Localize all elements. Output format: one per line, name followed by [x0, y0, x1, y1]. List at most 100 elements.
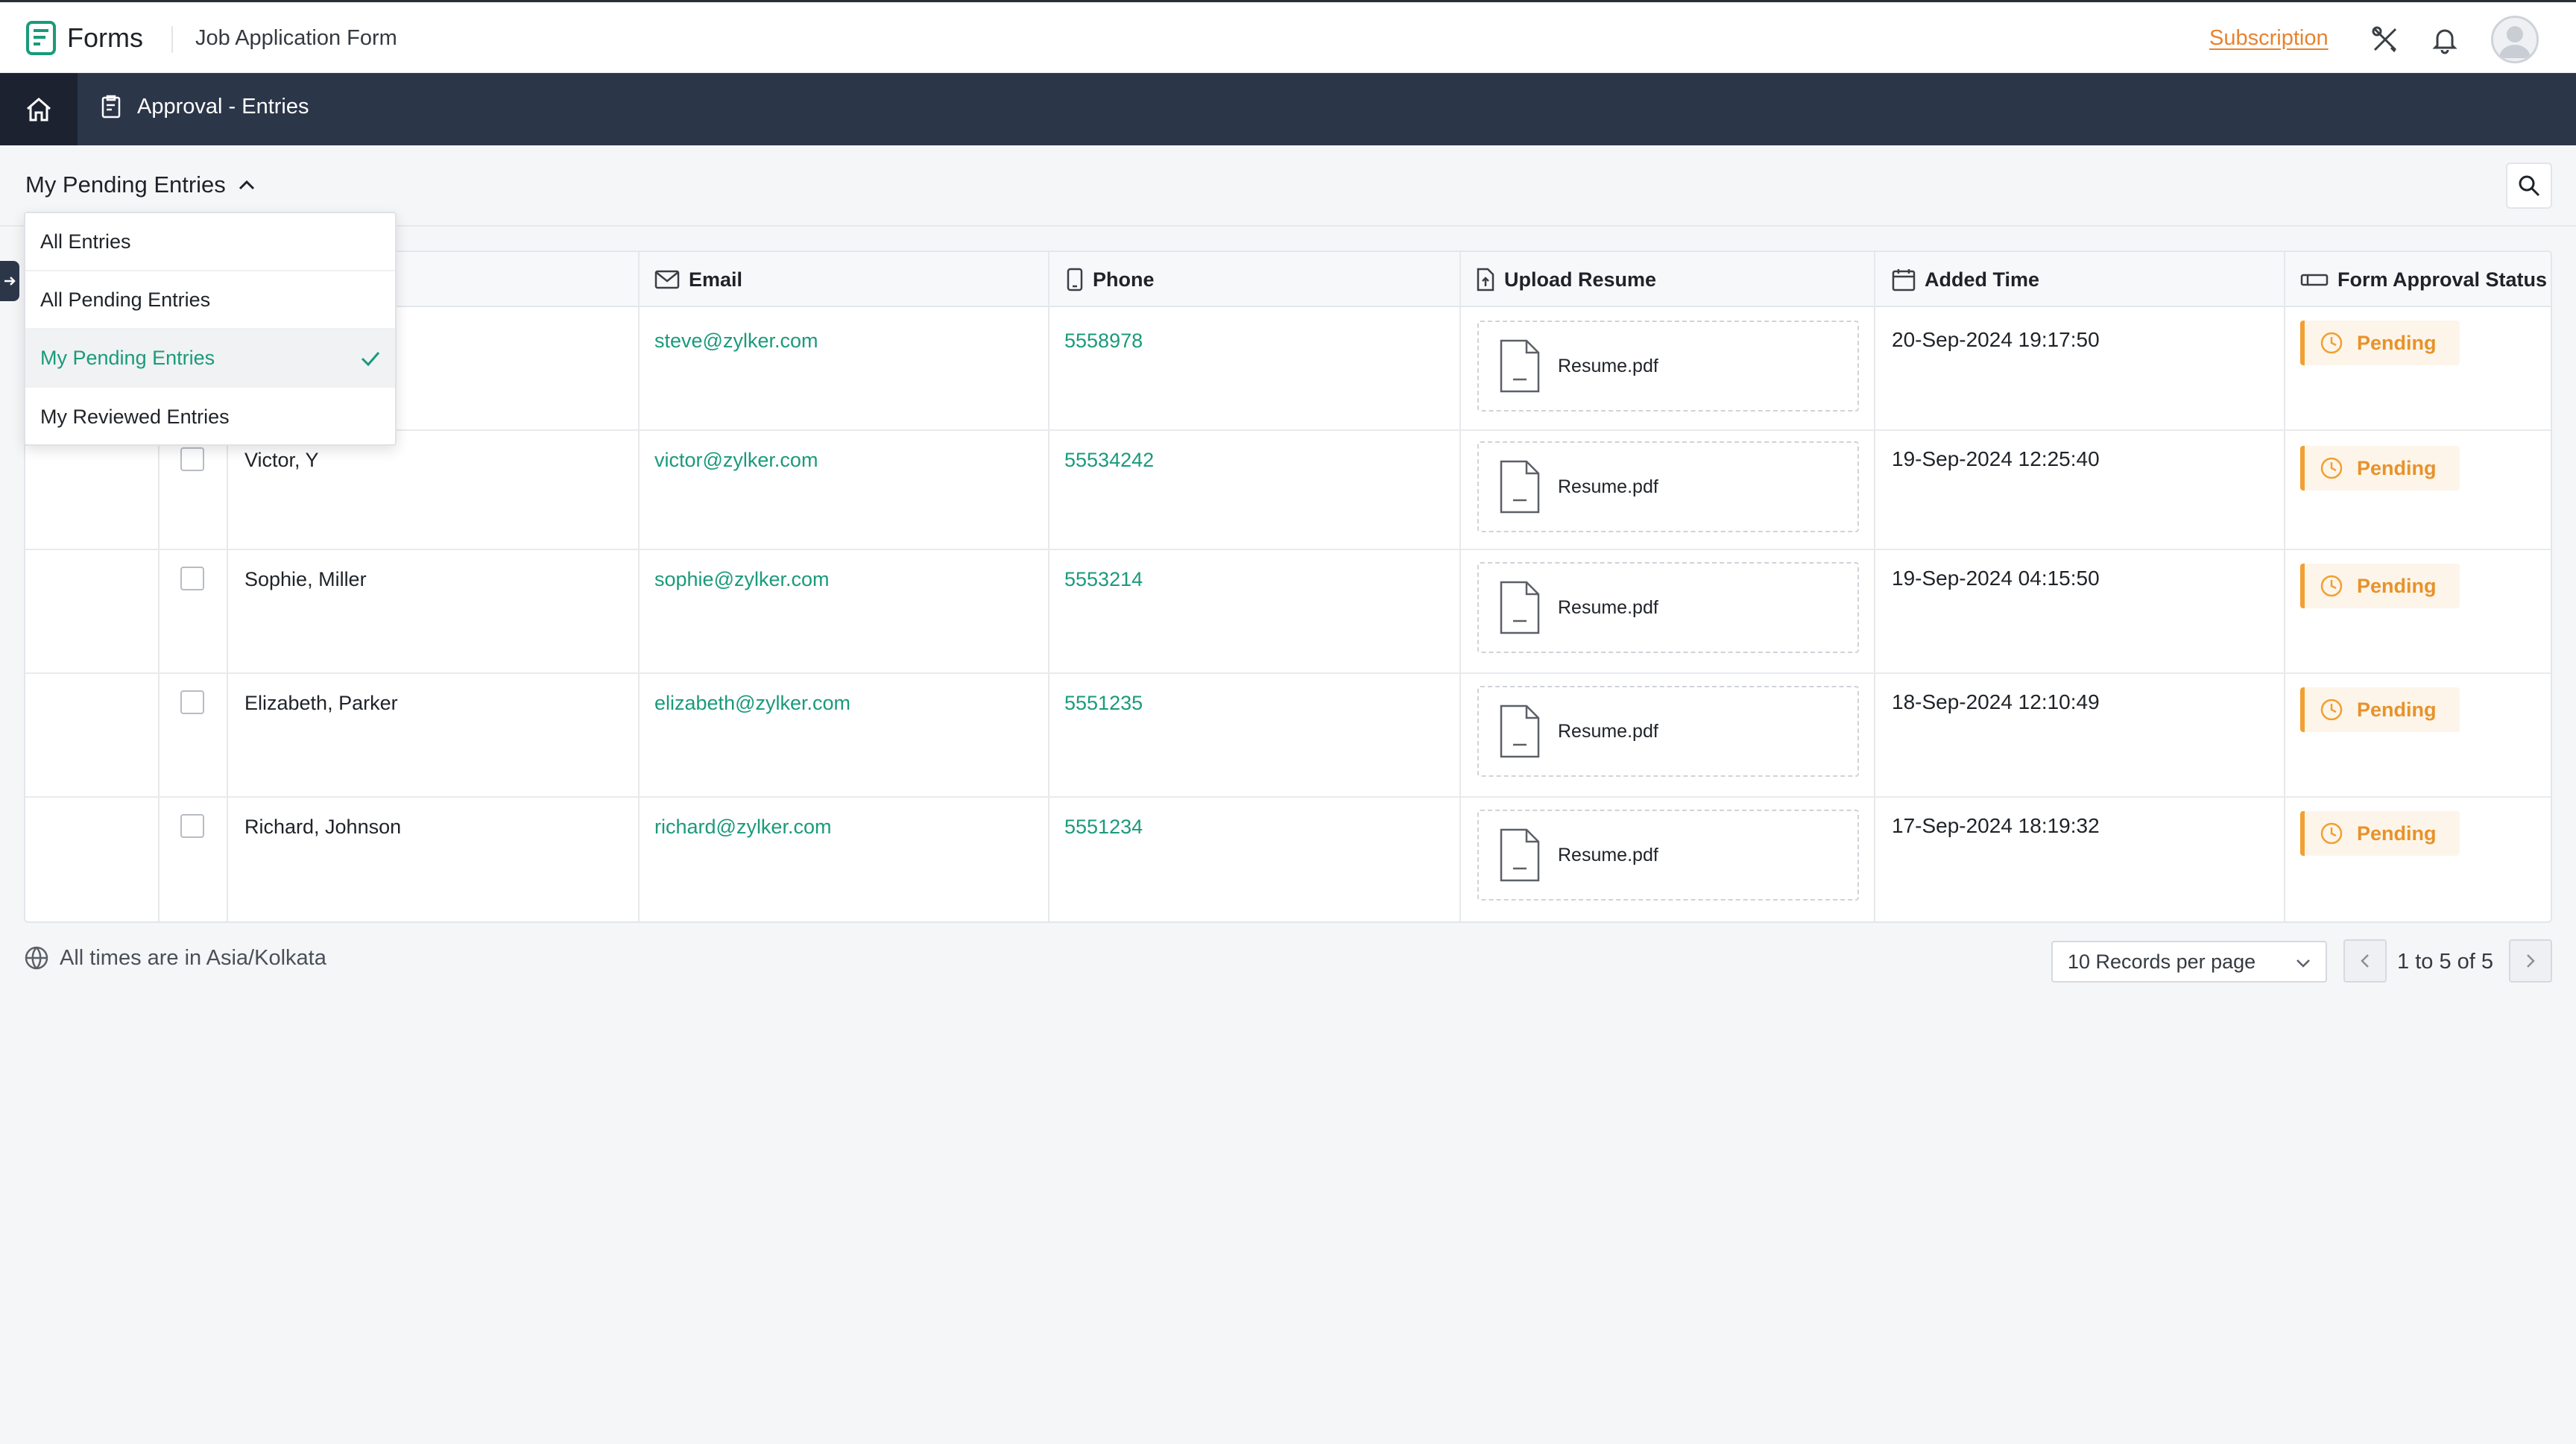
status-text: Pending: [2357, 698, 2437, 721]
table-row[interactable]: Richard, Johnson richard@zylker.com 5551…: [25, 798, 2551, 921]
column-header-email[interactable]: Email: [654, 252, 742, 307]
chevron-left-icon: [2361, 954, 2369, 968]
upload-file-icon: [1477, 268, 1494, 291]
navbar: Approval - Entries: [0, 73, 2576, 145]
menu-item-label: All Entries: [40, 230, 131, 253]
home-button[interactable]: [0, 73, 78, 145]
tab-approval-entries[interactable]: Approval - Entries: [100, 94, 309, 119]
menu-item-all-pending-entries[interactable]: All Pending Entries: [25, 271, 395, 330]
chevron-up-icon: [239, 180, 254, 190]
column-header-added-time[interactable]: Added Time: [1892, 252, 2039, 307]
file-icon: [1500, 581, 1540, 634]
column-header-approval-status[interactable]: Form Approval Status: [2300, 252, 2547, 307]
email-link[interactable]: victor@zylker.com: [654, 449, 818, 472]
column-label: Form Approval Status: [2337, 268, 2548, 291]
table-row[interactable]: steve@zylker.com 5558978 Resume.pdf 20-S…: [25, 307, 2551, 431]
phone-link[interactable]: 5551235: [1064, 692, 1143, 715]
calendar-icon: [1892, 269, 1916, 291]
resume-file[interactable]: Resume.pdf: [1477, 441, 1859, 532]
tools-icon[interactable]: [2370, 25, 2400, 54]
applicant-name: Victor, Y: [244, 449, 319, 471]
menu-item-my-pending-entries[interactable]: My Pending Entries: [25, 330, 395, 388]
email-link[interactable]: elizabeth@zylker.com: [654, 692, 850, 715]
sidebar-expand-tab[interactable]: [0, 261, 19, 301]
email-link[interactable]: sophie@zylker.com: [654, 568, 830, 591]
file-icon: [1500, 704, 1540, 758]
range-to-word: to: [2415, 950, 2434, 974]
column-label: Added Time: [1925, 268, 2040, 291]
menu-item-label: My Reviewed Entries: [40, 405, 230, 428]
records-per-page-select[interactable]: 10 Records per page: [2051, 941, 2327, 983]
resume-file[interactable]: Resume.pdf: [1477, 321, 1859, 412]
phone-link[interactable]: 5551234: [1064, 816, 1143, 839]
clock-icon: [2320, 575, 2343, 597]
file-icon: [1500, 828, 1540, 882]
timezone-text: All times are in Asia/Kolkata: [60, 945, 326, 970]
per-page-label: 10 Records per page: [2068, 950, 2256, 973]
menu-item-all-entries[interactable]: All Entries: [25, 213, 395, 271]
previous-page-button[interactable]: [2343, 939, 2387, 983]
menu-item-label: My Pending Entries: [40, 346, 215, 369]
resume-file[interactable]: Resume.pdf: [1477, 686, 1859, 777]
row-checkbox[interactable]: [180, 567, 204, 590]
pagination-range: 1 to 5 of 5: [2397, 950, 2493, 974]
email-link[interactable]: steve@zylker.com: [654, 330, 818, 353]
resume-file[interactable]: Resume.pdf: [1477, 810, 1859, 901]
chevron-right-icon: [2527, 954, 2535, 968]
phone-link[interactable]: 5558978: [1064, 330, 1143, 353]
column-label: Upload Resume: [1504, 268, 1657, 291]
status-badge: Pending: [2300, 321, 2460, 365]
clock-icon: [2320, 699, 2343, 721]
tab-label: Approval - Entries: [137, 94, 309, 119]
clock-icon: [2320, 332, 2343, 354]
column-header-phone[interactable]: Phone: [1066, 252, 1155, 307]
file-name: Resume.pdf: [1558, 476, 1658, 497]
table-row[interactable]: Elizabeth, Parker elizabeth@zylker.com 5…: [25, 674, 2551, 798]
status-text: Pending: [2357, 574, 2437, 597]
table-row[interactable]: Sophie, Miller sophie@zylker.com 5553214…: [25, 550, 2551, 674]
checkmark-icon: [361, 352, 380, 367]
user-avatar[interactable]: [2491, 16, 2539, 63]
column-label: Phone: [1093, 268, 1155, 291]
approval-icon: [101, 95, 121, 119]
added-time: 19-Sep-2024 04:15:50: [1892, 567, 2100, 590]
row-checkbox[interactable]: [180, 690, 204, 714]
status-text: Pending: [2357, 456, 2437, 479]
file-name: Resume.pdf: [1558, 720, 1658, 742]
app-name: Forms: [67, 22, 143, 53]
phone-link[interactable]: 55534242: [1064, 449, 1154, 472]
entries-filter-toggle[interactable]: My Pending Entries: [25, 171, 256, 198]
added-time: 19-Sep-2024 12:25:40: [1892, 447, 2100, 470]
email-link[interactable]: richard@zylker.com: [654, 816, 831, 839]
phone-icon: [1067, 268, 1083, 291]
search-icon: [2519, 175, 2540, 197]
phone-link[interactable]: 5553214: [1064, 568, 1143, 591]
entries-table: Email Phone Upload Resume Added Time For…: [24, 250, 2552, 923]
clock-icon: [2320, 457, 2343, 479]
status-text: Pending: [2357, 331, 2437, 354]
column-header-upload-resume[interactable]: Upload Resume: [1476, 252, 1656, 307]
bell-icon[interactable]: [2430, 25, 2460, 54]
added-time: 20-Sep-2024 19:17:50: [1892, 328, 2100, 351]
row-checkbox[interactable]: [180, 447, 204, 471]
menu-item-label: All Pending Entries: [40, 288, 211, 311]
status-badge: Pending: [2300, 564, 2460, 608]
file-name: Resume.pdf: [1558, 355, 1658, 376]
menu-item-my-reviewed-entries[interactable]: My Reviewed Entries: [25, 388, 395, 446]
globe-icon: [25, 946, 48, 970]
subscription-link[interactable]: Subscription: [2209, 26, 2329, 51]
file-icon: [1500, 339, 1540, 393]
resume-file[interactable]: Resume.pdf: [1477, 562, 1859, 653]
search-button[interactable]: [2506, 163, 2552, 209]
form-name: Job Application Form: [195, 26, 397, 50]
next-page-button[interactable]: [2509, 939, 2552, 983]
range-from: 1: [2397, 950, 2410, 974]
file-name: Resume.pdf: [1558, 596, 1658, 618]
filter-current-label: My Pending Entries: [25, 171, 226, 198]
row-checkbox[interactable]: [180, 814, 204, 838]
table-row[interactable]: Victor, Y victor@zylker.com 55534242 Res…: [25, 431, 2551, 550]
applicant-name: Richard, Johnson: [244, 816, 402, 838]
arrow-right-icon: [4, 277, 16, 286]
approval-status-icon: [2300, 274, 2329, 286]
brand[interactable]: Forms: [25, 20, 143, 56]
